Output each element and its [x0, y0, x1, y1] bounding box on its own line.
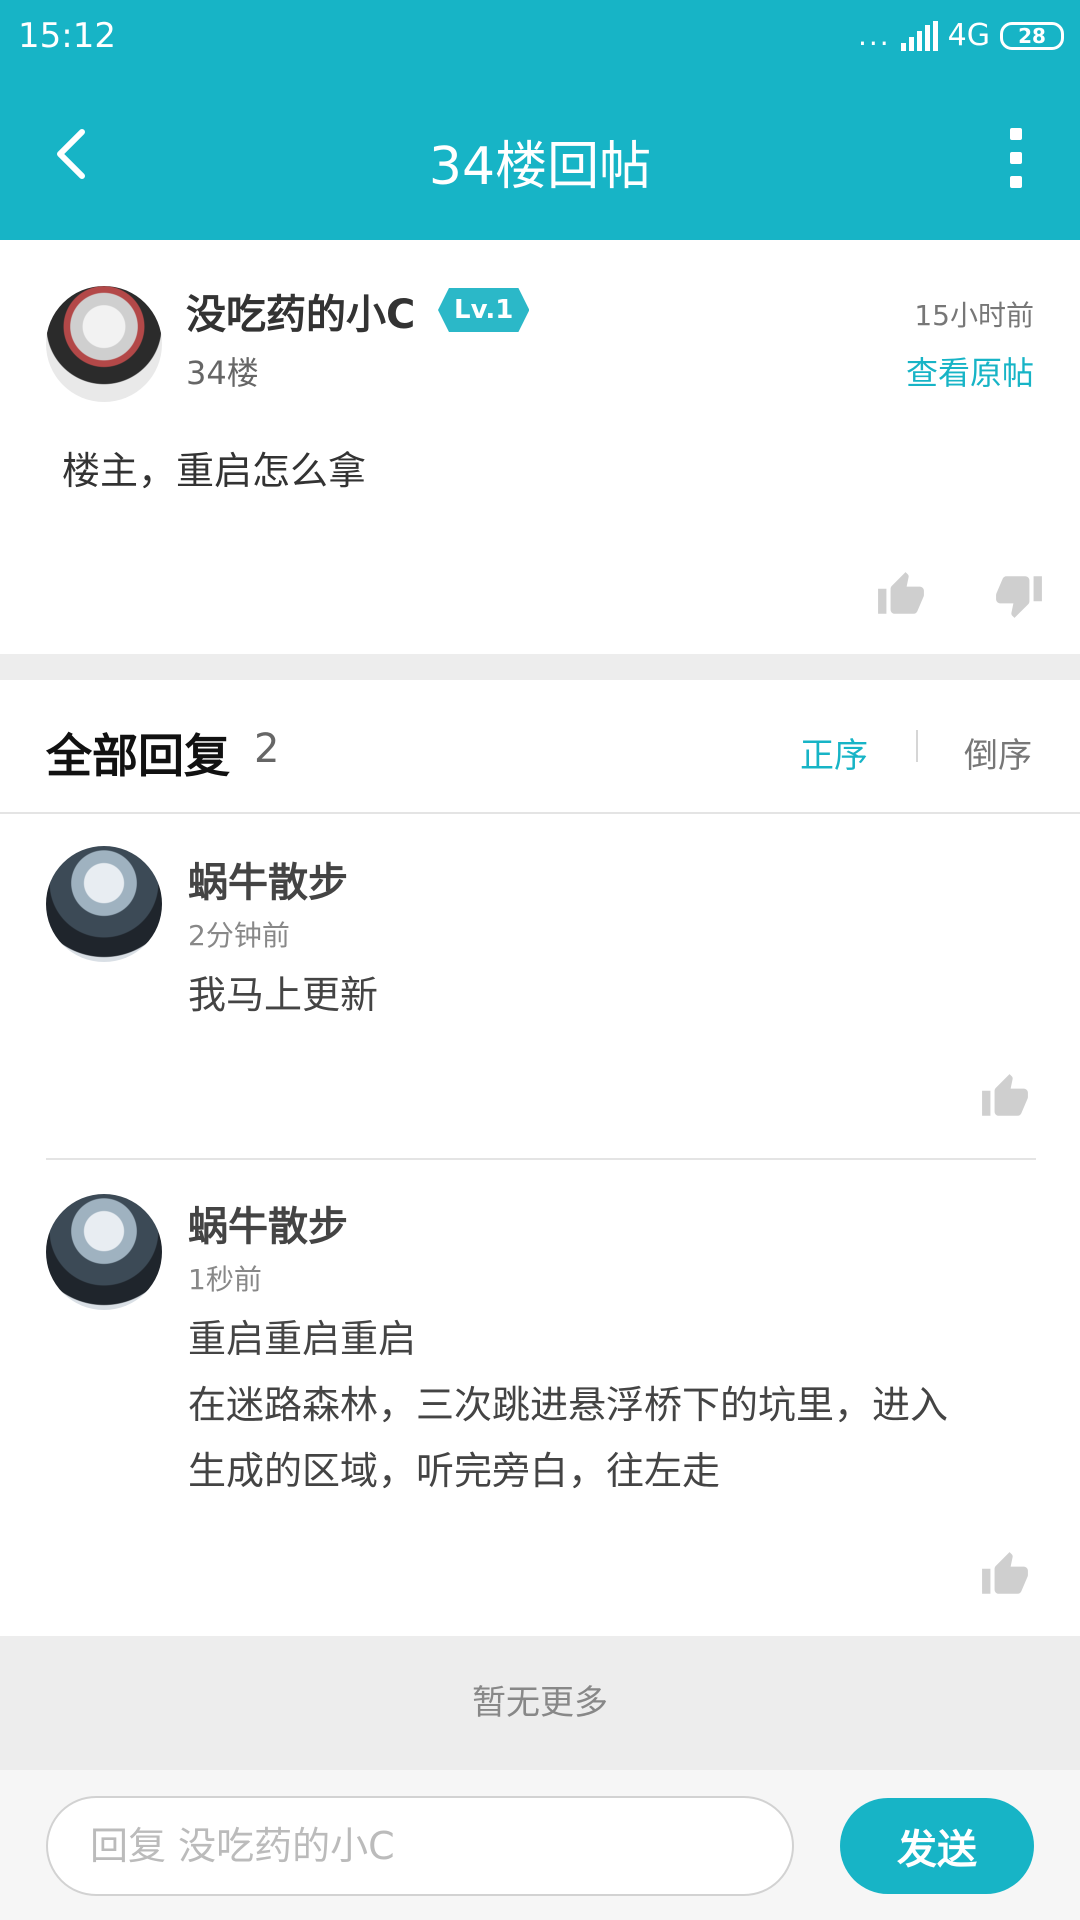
reply-author[interactable]: 蜗牛散步 — [188, 1194, 348, 1252]
replies-header: 全部回复 2 正序 倒序 — [0, 680, 1080, 814]
more-vertical-icon — [1010, 152, 1022, 164]
level-badge: Lv.1 — [438, 288, 530, 332]
sort-ascending-tab[interactable]: 正序 — [800, 728, 868, 777]
replies-title: 全部回复 — [46, 729, 230, 783]
reply-item: 蜗牛散步 1秒前 重启重启重启 在迷路森林，三次跳进悬浮桥下的坑里，进入 生成的… — [0, 1160, 1080, 1636]
reply-line: 重启重启重启 — [188, 1317, 417, 1361]
nav-bar: 34楼回帖 — [0, 76, 1080, 240]
reply-line: 在迷路森林，三次跳进悬浮桥下的坑里，进入 — [188, 1383, 949, 1427]
reply-input[interactable] — [46, 1796, 794, 1896]
thumbs-up-icon — [982, 1552, 1028, 1594]
avatar[interactable] — [46, 846, 162, 962]
like-button[interactable] — [978, 1070, 1032, 1124]
thumbs-down-icon — [996, 576, 1042, 618]
status-indicators: ... 4G 28 — [858, 18, 1064, 53]
dislike-button[interactable] — [992, 568, 1046, 622]
network-type: 4G — [947, 18, 990, 53]
sort-descending-tab[interactable]: 倒序 — [964, 728, 1032, 777]
post-time: 15小时前 — [914, 299, 1034, 332]
like-button[interactable] — [978, 1548, 1032, 1602]
avatar[interactable] — [46, 286, 162, 402]
reply-content: 我马上更新 — [188, 962, 378, 1028]
more-vertical-icon — [1010, 128, 1022, 140]
battery-level: 28 — [1018, 23, 1046, 48]
thumbs-up-icon — [982, 1074, 1028, 1116]
more-vertical-icon — [1010, 176, 1022, 188]
battery-icon: 28 — [1000, 21, 1064, 50]
status-bar: 15:12 ... 4G 28 — [0, 0, 1080, 76]
replies-count: 2 — [254, 726, 280, 772]
original-post: 没吃药的小C Lv.1 34楼 15小时前 查看原帖 楼主，重启怎么拿 — [0, 240, 1080, 654]
reply-time: 1秒前 — [188, 1263, 262, 1296]
status-time: 15:12 — [18, 16, 116, 56]
sort-separator — [916, 730, 918, 762]
thumbs-up-icon — [878, 572, 924, 614]
post-author[interactable]: 没吃药的小C — [186, 282, 415, 340]
more-button[interactable] — [996, 128, 1036, 188]
no-more-indicator: 暂无更多 — [0, 1636, 1080, 1770]
reply-input-bar: 发送 — [0, 1770, 1080, 1920]
avatar[interactable] — [46, 1194, 162, 1310]
page-title: 34楼回帖 — [428, 137, 652, 197]
reply-time: 2分钟前 — [188, 919, 290, 952]
post-content: 楼主，重启怎么拿 — [62, 449, 367, 493]
send-button[interactable]: 发送 — [840, 1798, 1034, 1894]
section-divider — [0, 654, 1080, 680]
view-original-link[interactable]: 查看原帖 — [906, 348, 1034, 394]
reply-item: 蜗牛散步 2分钟前 我马上更新 — [0, 816, 1080, 1160]
reply-author[interactable]: 蜗牛散步 — [188, 850, 348, 908]
like-button[interactable] — [874, 568, 928, 622]
reply-line: 生成的区域，听完旁白，往左走 — [188, 1449, 721, 1493]
reply-content: 重启重启重启 在迷路森林，三次跳进悬浮桥下的坑里，进入 生成的区域，听完旁白，往… — [188, 1306, 948, 1504]
notification-dots: ... — [857, 19, 891, 52]
signal-icon — [900, 20, 938, 51]
reply-line: 我马上更新 — [188, 973, 379, 1017]
floor-number: 34楼 — [186, 354, 259, 392]
